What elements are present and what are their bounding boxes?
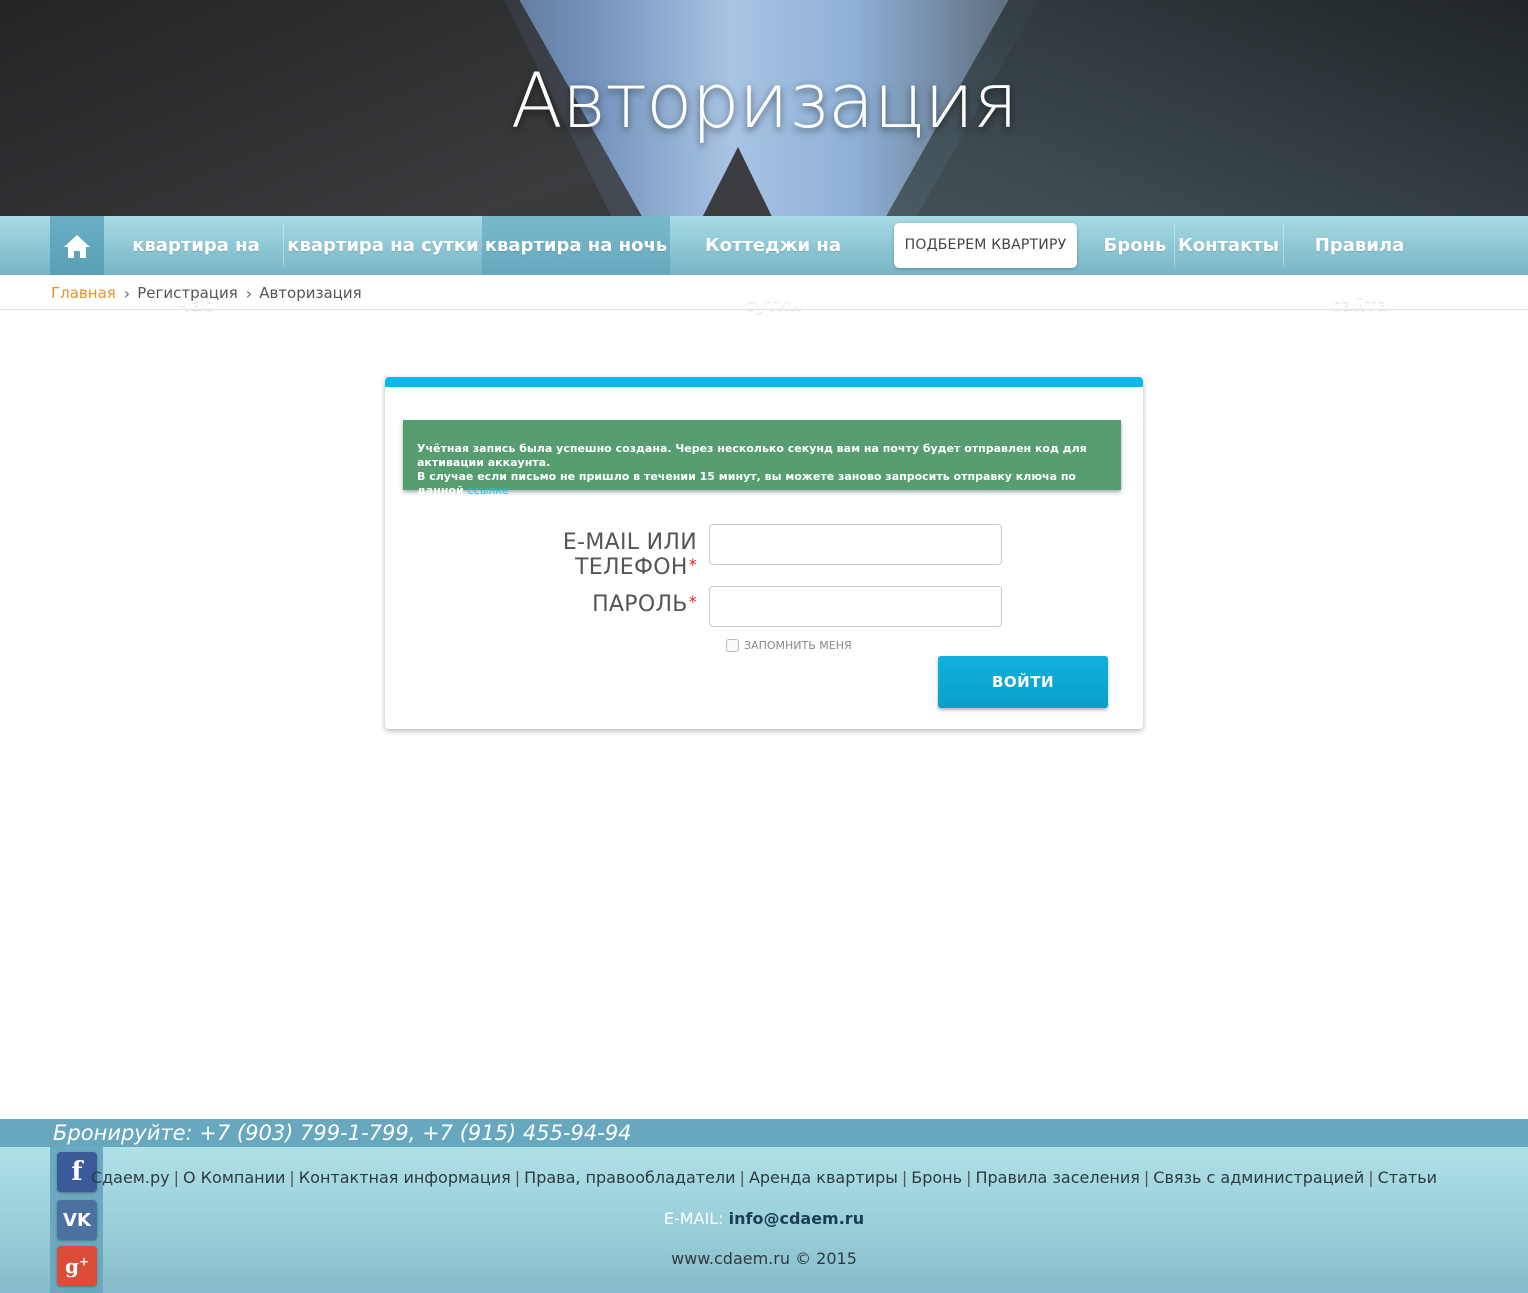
link-separator: | xyxy=(966,1168,972,1187)
login-button[interactable]: ВОЙТИ xyxy=(938,656,1108,708)
link-separator: | xyxy=(173,1168,179,1187)
nav-home-button[interactable] xyxy=(50,216,104,275)
success-alert: Учётная запись была успешно создана. Чер… xyxy=(403,420,1121,497)
nav-item-day[interactable]: квартира на сутки xyxy=(287,216,479,275)
footer-link-articles[interactable]: Статьи xyxy=(1378,1168,1437,1187)
footer-link-rent[interactable]: Аренда квартиры xyxy=(749,1168,898,1187)
chevron-right-icon: › xyxy=(245,283,253,303)
nav-divider xyxy=(1283,224,1284,267)
nav-divider xyxy=(283,224,284,267)
page-title: Авторизация xyxy=(510,56,1018,145)
password-field[interactable] xyxy=(709,586,1002,627)
breadcrumb-current: Авторизация xyxy=(259,284,362,302)
nav-item-night[interactable]: квартира на ночь xyxy=(482,216,670,275)
link-separator: | xyxy=(739,1168,745,1187)
nav-item-hour[interactable]: квартира на час xyxy=(112,216,280,315)
chevron-right-icon: › xyxy=(123,283,131,303)
footer-link-booking[interactable]: Бронь xyxy=(911,1168,962,1187)
main-nav: квартира на час квартира на сутки кварти… xyxy=(0,216,1528,315)
alert-line-2: В случае если письмо не пришло в течении… xyxy=(417,470,1107,498)
footer-link-checkin-rules[interactable]: Правила заселения xyxy=(975,1168,1139,1187)
footer-link-admin-contact[interactable]: Связь с администрацией xyxy=(1153,1168,1364,1187)
password-label-text: ПАРОЛЬ xyxy=(592,592,688,617)
breadcrumb-home-link[interactable]: Главная xyxy=(51,284,116,302)
required-mark: * xyxy=(688,592,697,611)
link-separator: | xyxy=(289,1168,295,1187)
email-label-text: E-MAIL ИЛИ ТЕЛЕФОН xyxy=(562,530,697,580)
breadcrumb-registration-link[interactable]: Регистрация xyxy=(137,284,238,302)
link-separator: | xyxy=(1143,1168,1150,1187)
footer-email-label: E-MAIL: xyxy=(663,1209,724,1228)
footer-copyright: www.cdaem.ru © 2015 xyxy=(671,1249,857,1268)
breadcrumb: Главная › Регистрация › Авторизация xyxy=(51,282,362,304)
nav-item-cottages[interactable]: Коттеджи на сутки xyxy=(676,216,870,315)
remember-me-label: ЗАПОМНИТЬ МЕНЯ xyxy=(744,639,852,652)
footer-email: E-MAIL: info@cdaem.ru xyxy=(0,1209,1528,1228)
footer-email-link[interactable]: info@cdaem.ru xyxy=(729,1209,864,1228)
pick-apartment-button[interactable]: ПОДБЕРЕМ КВАРТИРУ xyxy=(894,223,1077,268)
hero-banner: Авторизация xyxy=(0,0,1528,216)
link-separator: | xyxy=(901,1168,908,1187)
footer-link-home[interactable]: Сдаем.ру xyxy=(91,1168,170,1187)
nav-divider xyxy=(1174,224,1175,267)
alert-line-1: Учётная запись была успешно создана. Чер… xyxy=(417,442,1087,469)
nav-item-booking[interactable]: Бронь xyxy=(1100,216,1170,275)
link-separator: | xyxy=(1368,1168,1374,1187)
email-label: E-MAIL ИЛИ ТЕЛЕФОН* xyxy=(445,530,697,580)
footer-links: Сдаем.ру | О Компании | Контактная информаци… xyxy=(0,1168,1528,1187)
footer-link-contacts[interactable]: Контактная информация xyxy=(299,1168,511,1187)
remember-me[interactable]: ЗАПОМНИТЬ МЕНЯ xyxy=(726,639,852,652)
footer-phone-line: Бронируйте: +7 (903) 799-1-799, +7 (915)… xyxy=(53,1121,632,1145)
footer-link-rights[interactable]: Права, правообладатели xyxy=(524,1168,735,1187)
remember-me-checkbox[interactable] xyxy=(726,639,739,652)
home-icon xyxy=(64,234,90,258)
card-accent-bar xyxy=(385,377,1143,387)
password-label: ПАРОЛЬ* xyxy=(445,592,697,617)
breadcrumb-divider xyxy=(0,309,1528,310)
required-mark: * xyxy=(688,555,697,574)
nav-item-contacts[interactable]: Контакты xyxy=(1178,216,1279,275)
alert-line-2-text: В случае если письмо не пришло в течении… xyxy=(417,470,1076,497)
email-field[interactable] xyxy=(709,524,1002,565)
link-separator: | xyxy=(514,1168,521,1187)
footer-link-about[interactable]: О Компании xyxy=(183,1168,285,1187)
nav-item-rules[interactable]: Правила сайта xyxy=(1287,216,1432,315)
resend-key-link[interactable]: ссылке xyxy=(468,484,509,497)
login-card: Учётная запись была успешно создана. Чер… xyxy=(385,377,1143,729)
